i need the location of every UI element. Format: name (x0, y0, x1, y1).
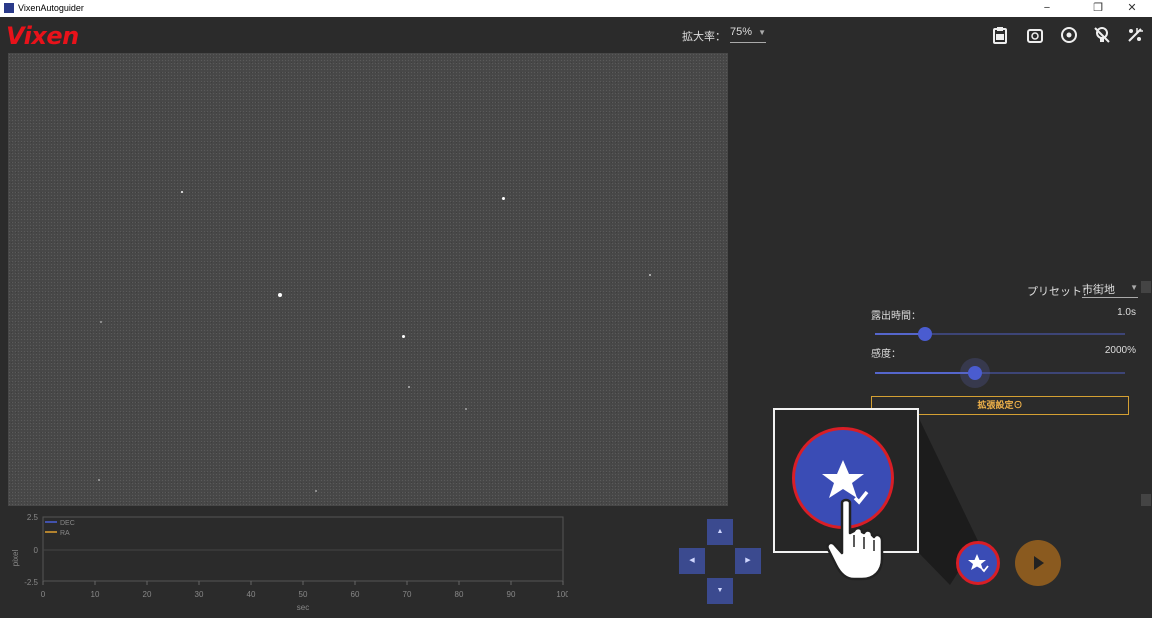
exposure-slider-thumb[interactable] (918, 327, 932, 341)
move-right-button[interactable]: ▶ (735, 548, 761, 574)
x-tick-label: 60 (351, 590, 360, 599)
y-tick: -2.5 (24, 578, 38, 587)
y-tick: 0 (34, 546, 39, 555)
x-tick-label: 20 (143, 590, 152, 599)
guide-graph: pixel 2.5 0 -2.5 DEC RA 0 10 20 30 40 50 60 70 8… (8, 510, 570, 612)
move-left-button[interactable]: ◀ (679, 548, 705, 574)
close-button[interactable]: ✕ (1115, 0, 1149, 17)
camera-switch-icon[interactable] (1025, 25, 1045, 45)
y-axis-title: pixel (11, 550, 20, 567)
star-point (408, 386, 410, 388)
side-tab-upper[interactable] (1141, 281, 1151, 293)
minimize-button[interactable]: − (1030, 0, 1064, 17)
legend-ra: RA (60, 530, 70, 537)
chevron-down-icon: ▼ (1130, 283, 1138, 292)
star-point (465, 408, 467, 410)
x-tick-label: 80 (455, 590, 464, 599)
zoom-value: 75% (730, 26, 753, 38)
x-tick-label: 50 (299, 590, 308, 599)
zoom-label: 拡大率： (682, 31, 726, 43)
x-tick-label: 0 (41, 590, 46, 599)
gain-value: 2000% (1104, 345, 1136, 356)
star-point (502, 197, 505, 200)
gain-slider-thumb[interactable] (968, 366, 982, 380)
star-point (100, 321, 102, 323)
star-select-button[interactable] (956, 541, 1000, 585)
start-guiding-button[interactable] (1015, 540, 1061, 586)
vixen-logo: Vixen (6, 22, 79, 50)
gain-slider[interactable] (875, 358, 1125, 388)
star-point (278, 293, 282, 297)
x-tick-label: 90 (507, 590, 516, 599)
x-tick-label: 70 (403, 590, 412, 599)
gain-label: 感度： (871, 349, 901, 360)
settings-icon[interactable] (1125, 25, 1145, 45)
star-point (315, 490, 317, 492)
camera-viewer[interactable] (8, 53, 728, 506)
x-tick-label: 10 (91, 590, 100, 599)
zoom-select[interactable]: 75% ▼ (730, 26, 766, 43)
star-point (649, 274, 651, 276)
exposure-slider[interactable] (875, 327, 1125, 341)
move-down-button[interactable]: ▼ (707, 578, 733, 604)
graph-frame (42, 516, 564, 582)
x-tick-label: 40 (247, 590, 256, 599)
no-light-icon[interactable] (1092, 25, 1112, 45)
x-tick-label: 30 (195, 590, 204, 599)
preset-select[interactable]: 市街地 ▼ (1082, 281, 1138, 298)
y-tick: 2.5 (27, 513, 39, 522)
star-point (98, 479, 100, 481)
pointing-hand-icon (826, 498, 884, 581)
clipboard-icon[interactable] (990, 25, 1010, 45)
window-title: VixenAutoguider (18, 3, 84, 13)
x-tick-label: 100 (556, 590, 568, 599)
target-icon[interactable] (1059, 25, 1079, 45)
exposure-label: 露出時間： (871, 311, 921, 322)
play-icon (1034, 556, 1044, 570)
guide-graph-svg: pixel 2.5 0 -2.5 DEC RA 0 10 20 30 40 50 60 70 8… (11, 513, 570, 612)
side-tab-lower[interactable] (1141, 494, 1151, 506)
star-point (181, 191, 183, 193)
exposure-value: 1.0s (1117, 307, 1136, 318)
chevron-down-icon: ▼ (758, 28, 766, 37)
preset-value: 市街地 (1082, 284, 1115, 296)
legend-dec: DEC (60, 520, 75, 527)
app-header: Vixen 拡大率： 75% ▼ (0, 17, 1152, 53)
star-check-icon (968, 554, 989, 573)
restore-button[interactable]: ❐ (1081, 0, 1115, 17)
x-axis-title: sec (297, 603, 309, 610)
title-bar: VixenAutoguider − ❐ ✕ (0, 0, 1152, 17)
star-point (402, 335, 405, 338)
app-icon (4, 3, 14, 13)
move-up-button[interactable]: ▲ (707, 519, 733, 545)
